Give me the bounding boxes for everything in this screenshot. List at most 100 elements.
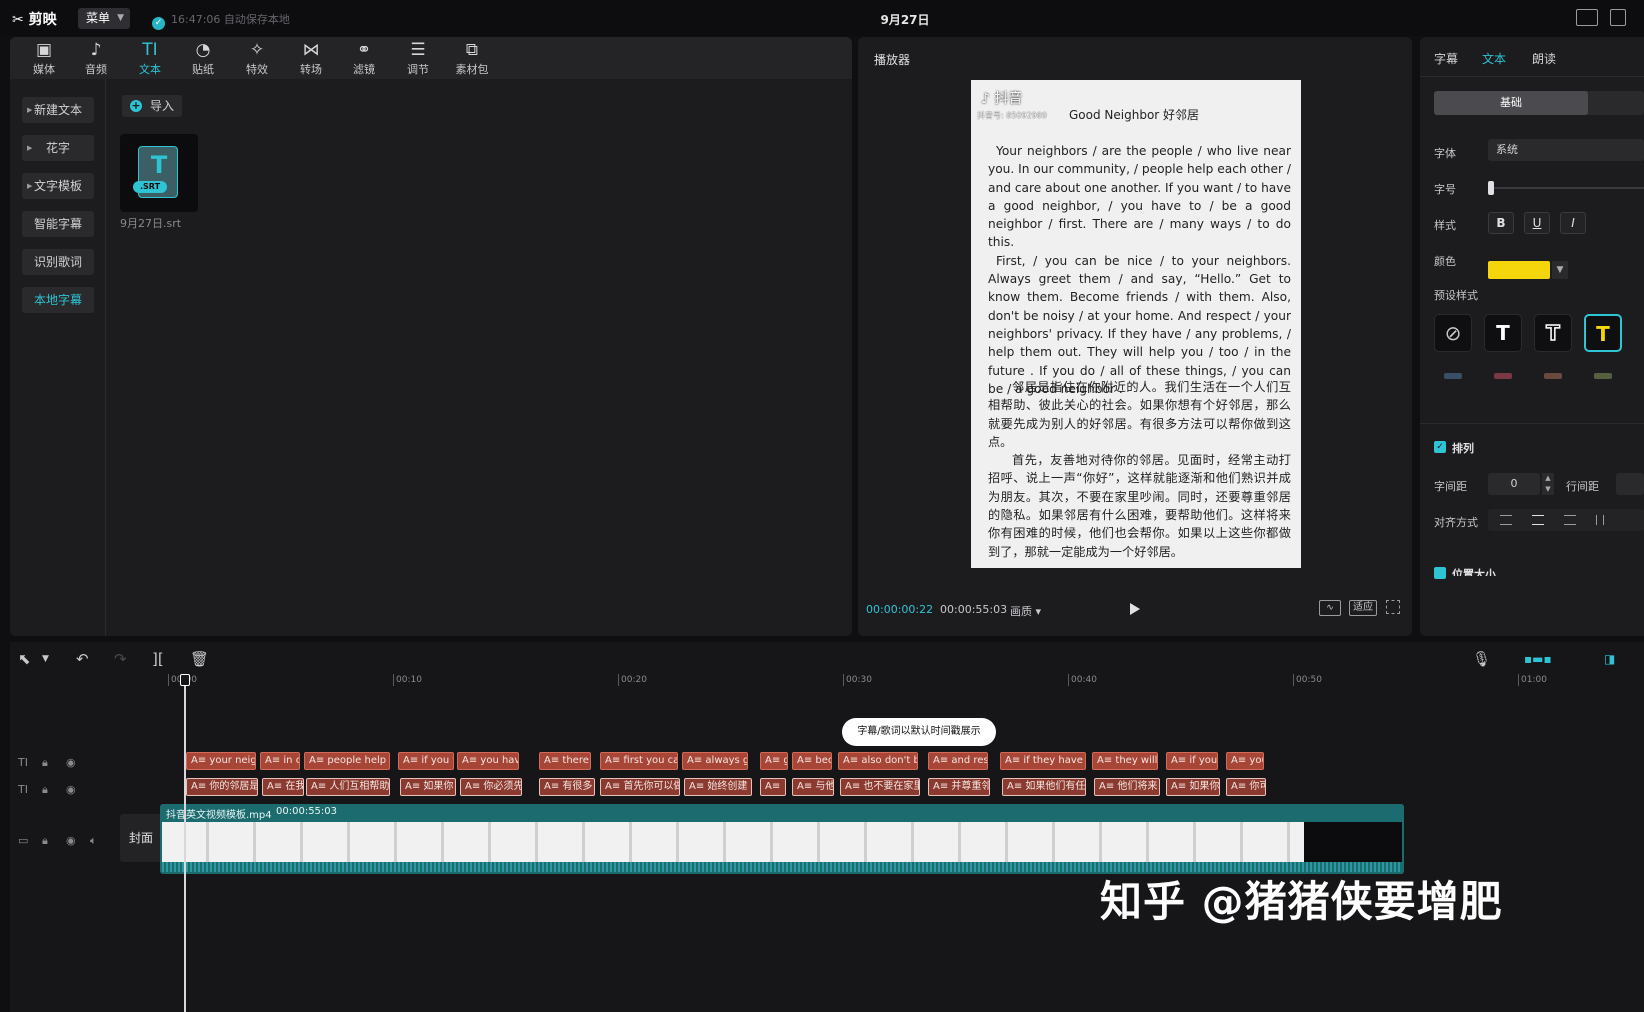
- italic-button[interactable]: I: [1560, 212, 1586, 234]
- play-icon[interactable]: [1130, 603, 1140, 615]
- position-checkbox[interactable]: [1434, 567, 1446, 579]
- undo-icon[interactable]: ↶: [76, 650, 89, 668]
- segment-basic[interactable]: 基础: [1434, 91, 1588, 115]
- tool-transition[interactable]: ⋈ 转场: [285, 39, 337, 77]
- eye-icon[interactable]: ◉: [66, 756, 76, 769]
- arrange-checkbox[interactable]: ✓: [1434, 441, 1446, 453]
- preset-none-icon[interactable]: ⊘: [1434, 314, 1472, 352]
- tool-package[interactable]: ⧉ 素材包: [446, 39, 498, 77]
- subtitle-clip[interactable]: A≡ also don't b: [838, 752, 918, 770]
- subtitle-clip[interactable]: A≡ bec: [792, 752, 832, 770]
- nav-fancy-text[interactable]: ▶ 花字: [22, 135, 94, 161]
- subtitle-clip[interactable]: A≡ and res: [928, 752, 988, 770]
- select-cursor-icon[interactable]: ⬉: [18, 650, 31, 668]
- preset-outline[interactable]: T: [1534, 314, 1572, 352]
- waveform-icon[interactable]: ∿: [1319, 600, 1341, 616]
- subtitle-clip[interactable]: A≡ 有很多: [539, 778, 595, 796]
- subtitle-clip[interactable]: A≡ first you car: [600, 752, 678, 770]
- subtitle-clip[interactable]: A≡ 在我: [262, 778, 304, 796]
- subtitle-clip[interactable]: A≡ they will: [1092, 752, 1158, 770]
- bold-button[interactable]: B: [1488, 212, 1514, 234]
- video-preview[interactable]: ♪ 抖音 抖音号: 85092989 Good Neighbor 好邻居 You…: [971, 80, 1301, 568]
- layout-icon[interactable]: [1610, 9, 1626, 26]
- tab-subtitle[interactable]: 字幕: [1434, 50, 1458, 67]
- align-vertical-icon[interactable]: [1596, 515, 1604, 525]
- video-clip[interactable]: 抖音英文视频模板.mp4 00:00:55:03: [160, 804, 1404, 874]
- lock-icon[interactable]: 🔒︎: [42, 834, 48, 848]
- split-icon[interactable]: ][: [152, 650, 164, 668]
- subtitle-clip[interactable]: A≡ 如果他们有任何: [1002, 778, 1086, 796]
- nav-local-subtitle[interactable]: 本地字幕: [22, 287, 94, 313]
- delete-icon[interactable]: 🗑: [190, 650, 209, 668]
- subtitle-clip[interactable]: A≡ people help e: [304, 752, 390, 770]
- fit-button[interactable]: 适应: [1349, 600, 1377, 616]
- subtitle-clip[interactable]: A≡ if you v: [398, 752, 454, 770]
- subtitle-clip[interactable]: A≡ 你的邻居是: [186, 778, 258, 796]
- align-left-icon[interactable]: [1500, 515, 1512, 525]
- subtitle-clip[interactable]: A≡ 也不要在家里: [840, 778, 920, 796]
- subtitle-clip[interactable]: A≡ 始终创建: [684, 778, 752, 796]
- eye-icon[interactable]: ◉: [66, 834, 76, 847]
- subtitle-clip[interactable]: A≡ always g: [682, 752, 748, 770]
- chevron-down-icon[interactable]: ▼: [1552, 261, 1568, 279]
- subtitle-clip[interactable]: A≡ 你可: [1226, 778, 1266, 796]
- microphone-icon[interactable]: 🎙: [1472, 650, 1491, 668]
- nav-smart-subtitle[interactable]: 智能字幕: [22, 211, 94, 237]
- lock-icon[interactable]: 🔒︎: [42, 783, 48, 797]
- keyboard-shortcuts-icon[interactable]: [1576, 9, 1598, 26]
- tab-read-aloud[interactable]: 朗读: [1532, 50, 1556, 67]
- subtitle-clip[interactable]: A≡ in c: [260, 752, 300, 770]
- subtitle-clip[interactable]: A≡ if they have a: [1000, 752, 1086, 770]
- fullscreen-icon[interactable]: [1386, 600, 1400, 614]
- nav-recognize-lyrics[interactable]: 识别歌词: [22, 249, 94, 275]
- tab-text[interactable]: 文本: [1482, 50, 1506, 67]
- subtitle-clip[interactable]: A≡: [760, 778, 786, 796]
- snap-icon[interactable]: ◨: [1604, 652, 1615, 666]
- letter-spacing-input[interactable]: 0: [1488, 473, 1540, 495]
- font-select[interactable]: 系统: [1488, 139, 1644, 161]
- underline-button[interactable]: U: [1524, 212, 1550, 234]
- subtitle-clip[interactable]: A≡ 与他: [792, 778, 834, 796]
- subtitle-clip[interactable]: A≡ g: [760, 752, 788, 770]
- subtitle-clip[interactable]: A≡ 并尊重邻: [928, 778, 990, 796]
- slider-thumb[interactable]: [1488, 181, 1494, 195]
- tool-effects[interactable]: ✧ 特效: [231, 39, 283, 77]
- preset-white[interactable]: T: [1484, 314, 1522, 352]
- nav-text-template[interactable]: ▶ 文字模板: [22, 173, 94, 199]
- quality-dropdown[interactable]: 画质 ▾: [1010, 603, 1041, 619]
- chevron-down-icon[interactable]: ▼: [42, 654, 49, 664]
- subtitle-clip[interactable]: A≡ there: [539, 752, 591, 770]
- subtitle-clip[interactable]: A≡ 首先你可以做: [600, 778, 680, 796]
- srt-file-thumbnail[interactable]: T .SRT: [120, 134, 198, 212]
- align-center-icon[interactable]: [1532, 515, 1544, 525]
- subtitle-clip[interactable]: A≡ 他们将来: [1094, 778, 1160, 796]
- preset-brown[interactable]: [1534, 367, 1572, 387]
- line-spacing-input[interactable]: [1616, 473, 1644, 495]
- speaker-icon[interactable]: 🔈︎: [90, 834, 97, 848]
- tool-audio[interactable]: ♪ 音频: [70, 39, 122, 77]
- lock-icon[interactable]: 🔒︎: [42, 756, 48, 770]
- subtitle-clip[interactable]: A≡ 如果你: [1166, 778, 1220, 796]
- tool-media[interactable]: ▣ 媒体: [18, 39, 70, 77]
- color-swatch[interactable]: [1488, 261, 1550, 279]
- preset-blue[interactable]: [1434, 367, 1472, 387]
- nav-new-text[interactable]: ▶ 新建文本: [22, 97, 94, 123]
- eye-icon[interactable]: ◉: [66, 783, 76, 796]
- size-slider[interactable]: [1488, 181, 1644, 195]
- import-button[interactable]: + 导入: [122, 95, 182, 117]
- subtitle-clip[interactable]: A≡ 你必须先: [460, 778, 522, 796]
- subtitle-clip[interactable]: A≡ 人们互相帮助: [306, 778, 390, 796]
- preset-green[interactable]: [1584, 367, 1622, 387]
- playhead-handle[interactable]: [180, 674, 190, 686]
- spinner-icon[interactable]: ▲ ▼: [1542, 473, 1554, 495]
- tool-text[interactable]: TI 文本: [124, 39, 176, 77]
- playhead[interactable]: [180, 674, 190, 1012]
- preset-red[interactable]: [1484, 367, 1522, 387]
- tool-sticker[interactable]: ◔ 贴纸: [177, 39, 229, 77]
- tool-filter[interactable]: ⚭ 滤镜: [338, 39, 390, 77]
- subtitle-clip[interactable]: A≡ if you c: [1166, 752, 1218, 770]
- subtitle-clip[interactable]: A≡ you have: [457, 752, 519, 770]
- link-icon[interactable]: ▪▬▪: [1524, 652, 1552, 666]
- align-right-icon[interactable]: [1564, 515, 1576, 525]
- preset-yellow[interactable]: T: [1584, 314, 1622, 352]
